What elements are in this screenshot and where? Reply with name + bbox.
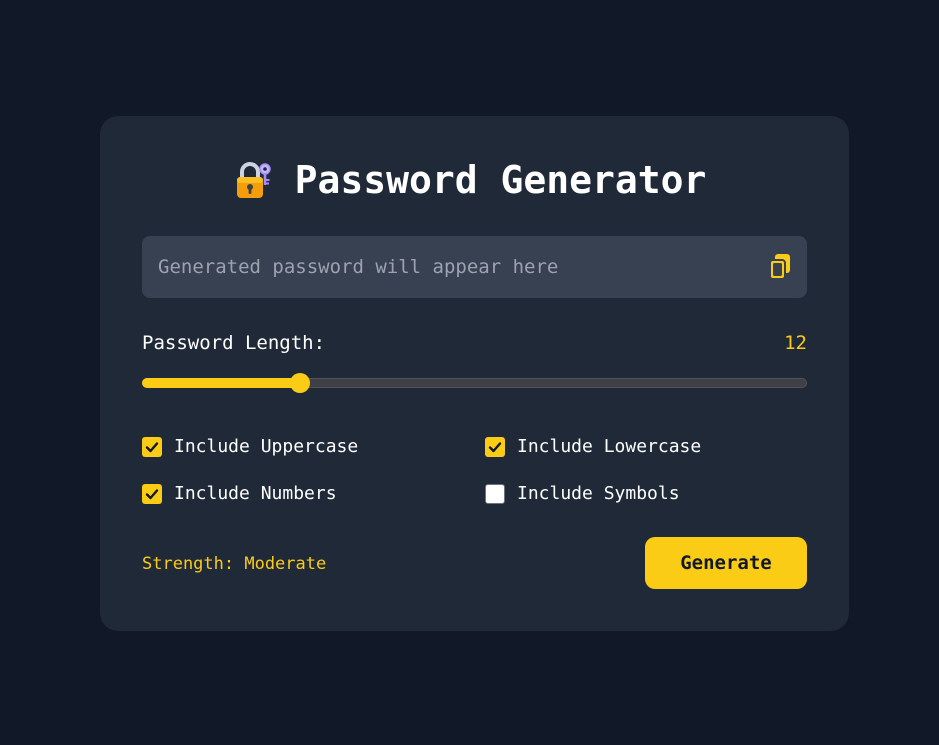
lowercase-label: Include Lowercase [517,436,702,457]
generate-button[interactable]: Generate [645,537,807,589]
page-title: Password Generator [294,158,707,202]
password-output-field[interactable] [158,256,767,278]
slider-fill [142,378,300,388]
password-length-value: 12 [784,332,807,354]
option-symbols[interactable]: Include Symbols [485,483,680,504]
uppercase-checkbox[interactable] [142,436,162,457]
strength-indicator: Strength: Moderate [142,554,327,574]
lowercase-checkbox[interactable] [485,436,505,457]
symbols-label: Include Symbols [517,483,680,504]
password-length-slider[interactable] [142,373,807,393]
numbers-label: Include Numbers [174,483,337,504]
title-row: Password Generator [0,158,939,202]
password-length-label: Password Length: [142,332,326,354]
option-uppercase[interactable]: Include Uppercase [142,436,358,457]
copy-icon[interactable] [767,252,793,282]
option-numbers[interactable]: Include Numbers [142,483,337,504]
option-lowercase[interactable]: Include Lowercase [485,436,701,457]
locked-with-key-icon [233,160,273,200]
numbers-checkbox[interactable] [142,483,162,504]
uppercase-label: Include Uppercase [174,436,359,457]
symbols-checkbox[interactable] [485,483,505,504]
slider-thumb[interactable] [289,373,310,393]
password-output-box [142,236,807,298]
